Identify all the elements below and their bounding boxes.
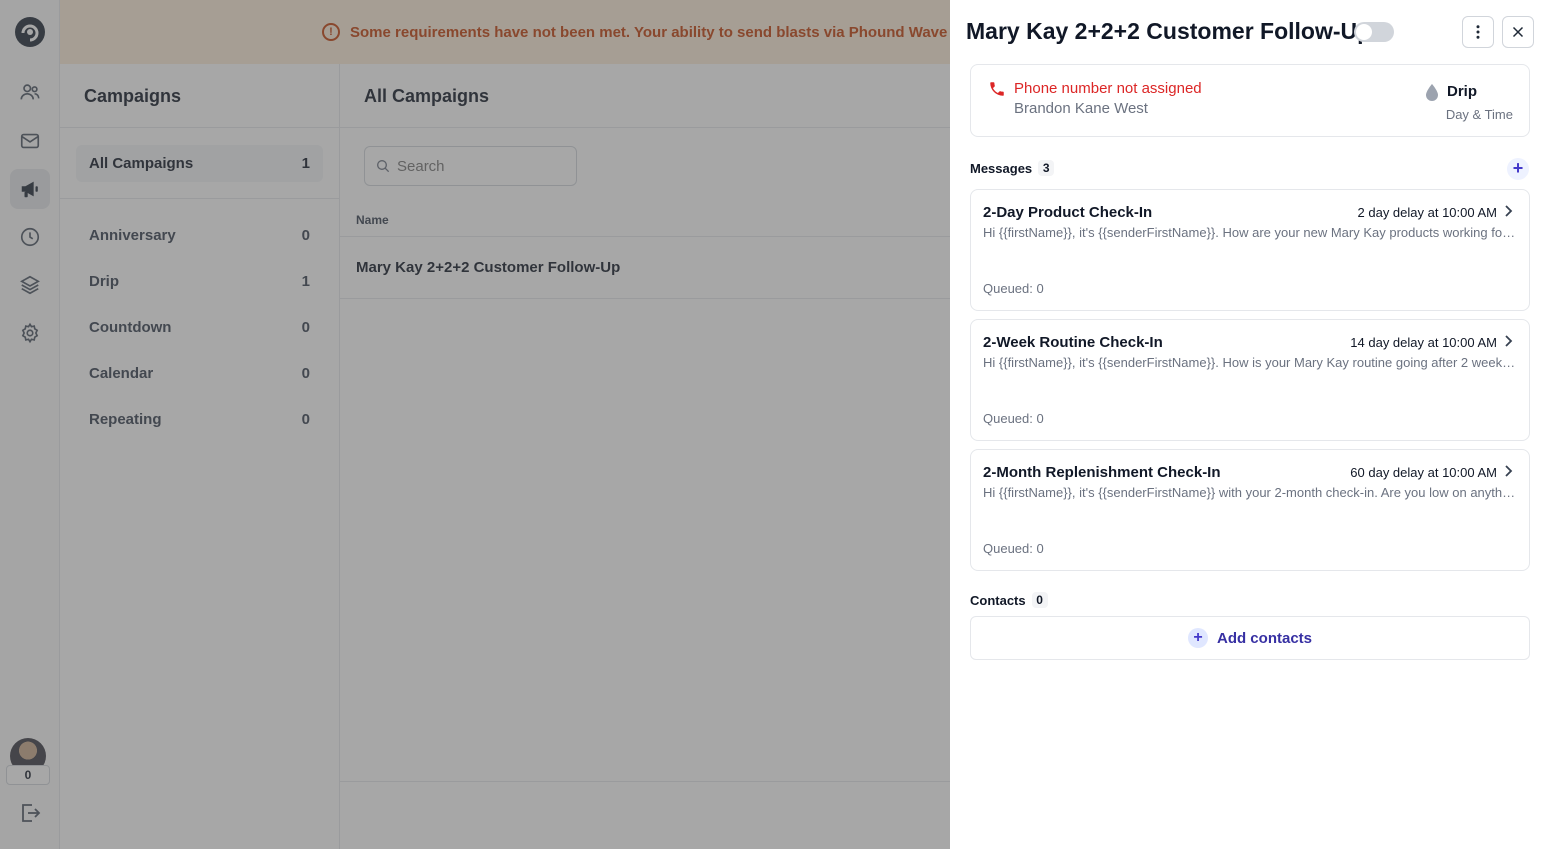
- phone-owner: Brandon Kane West: [1014, 100, 1148, 117]
- campaign-active-toggle[interactable]: [1354, 22, 1394, 42]
- close-button[interactable]: [1502, 16, 1534, 48]
- message-delay: 60 day delay at 10:00 AM: [1350, 465, 1497, 480]
- messages-label: Messages: [970, 160, 1033, 176]
- message-queued: Queued: 0: [983, 411, 1044, 426]
- message-title: 2-Week Routine Check-In: [983, 334, 1163, 351]
- message-title: 2-Day Product Check-In: [983, 204, 1153, 221]
- message-queued: Queued: 0: [983, 281, 1044, 296]
- message-preview: Hi {{firstName}}, it's {{senderFirstName…: [983, 485, 1517, 500]
- add-contacts-label: Add contacts: [1216, 629, 1312, 647]
- chevron-right-icon: [1505, 205, 1513, 217]
- message-preview: Hi {{firstName}}, it's {{senderFirstName…: [983, 225, 1517, 240]
- message-card[interactable]: 2-Month Replenishment Check-In 60 day de…: [970, 449, 1530, 571]
- message-card[interactable]: 2-Week Routine Check-In 14 day delay at …: [970, 319, 1530, 441]
- message-preview: Hi {{firstName}}, it's {{senderFirstName…: [983, 355, 1517, 370]
- contacts-section-label: Contacts 0: [970, 592, 1048, 608]
- campaign-schedule-type: Day & Time: [1445, 107, 1513, 122]
- contacts-label: Contacts: [970, 592, 1026, 608]
- campaign-type: Drip: [1447, 83, 1477, 100]
- message-delay: 2 day delay at 10:00 AM: [1357, 205, 1497, 220]
- add-message-button[interactable]: +: [1507, 158, 1529, 180]
- drip-icon: [1426, 84, 1438, 101]
- more-vertical-icon: [1476, 25, 1480, 39]
- add-contacts-button[interactable]: + Add contacts: [970, 616, 1530, 660]
- modal-backdrop[interactable]: [0, 0, 950, 849]
- messages-count-badge: 3: [1038, 160, 1055, 176]
- chevron-right-icon: [1505, 335, 1513, 347]
- more-options-button[interactable]: [1462, 16, 1494, 48]
- contacts-count-badge: 0: [1031, 592, 1048, 608]
- message-title: 2-Month Replenishment Check-In: [983, 464, 1221, 481]
- phone-status: Phone number not assigned: [1014, 80, 1202, 97]
- plus-icon: +: [1187, 628, 1208, 648]
- campaign-title: Mary Kay 2+2+2 Customer Follow-Up: [966, 18, 1372, 44]
- close-icon: [1512, 26, 1524, 38]
- message-delay: 14 day delay at 10:00 AM: [1350, 335, 1497, 350]
- campaign-drawer: Mary Kay 2+2+2 Customer Follow-Up Phone …: [950, 0, 1550, 849]
- message-card[interactable]: 2-Day Product Check-In 2 day delay at 10…: [970, 189, 1530, 311]
- phone-icon: [990, 82, 1004, 96]
- message-queued: Queued: 0: [983, 541, 1044, 556]
- chevron-right-icon: [1505, 465, 1513, 477]
- plus-icon: +: [1512, 158, 1524, 178]
- messages-section-label: Messages 3: [970, 160, 1055, 176]
- phone-assignment-card[interactable]: Phone number not assigned Brandon Kane W…: [970, 64, 1530, 137]
